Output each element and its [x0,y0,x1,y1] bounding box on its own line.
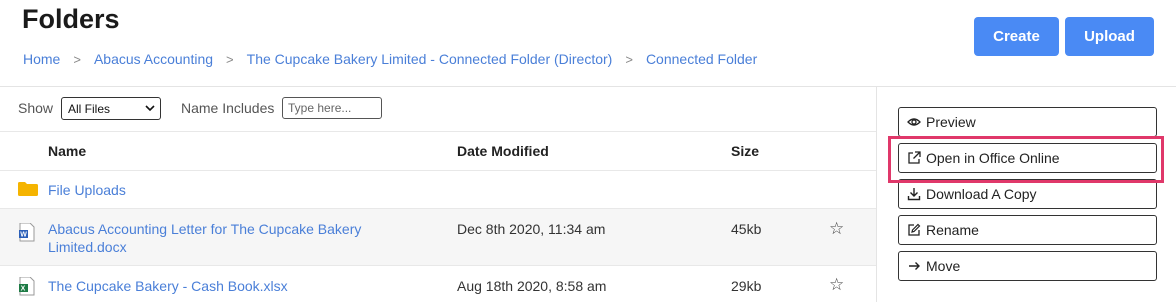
name-search-input[interactable]: Type here... [282,97,382,119]
create-button[interactable]: Create [974,17,1059,56]
download-copy-button[interactable]: Download A Copy [898,179,1157,209]
rename-label: Rename [926,222,979,238]
table-row[interactable]: X The Cupcake Bakery - Cash Book.xlsx Au… [0,266,876,302]
highlight-box [888,136,1164,183]
table-row[interactable]: W Abacus Accounting Letter for The Cupca… [0,209,876,266]
breadcrumb-connected-folder[interactable]: Connected Folder [646,51,757,67]
preview-label: Preview [926,114,976,130]
date-modified: Aug 18th 2020, 8:58 am [457,278,607,294]
word-document-icon: W [19,222,35,242]
file-size: 29kb [731,278,762,294]
date-modified: Dec 8th 2020, 11:34 am [457,221,606,237]
breadcrumb: Home > Abacus Accounting > The Cupcake B… [23,51,757,67]
edit-icon [907,223,921,237]
file-name-link[interactable]: The Cupcake Bakery - Cash Book.xlsx [48,277,288,295]
star-icon[interactable]: ☆ [829,219,844,239]
file-name-link[interactable]: Abacus Accounting Letter for The Cupcake… [48,220,361,256]
file-name-link[interactable]: File Uploads [48,181,126,199]
svg-text:W: W [20,232,27,239]
column-header-date-modified[interactable]: Date Modified [457,143,549,159]
table-row[interactable]: File Uploads [0,171,876,209]
file-name-line: Abacus Accounting Letter for The Cupcake… [48,221,362,237]
arrow-right-icon [907,259,921,273]
breadcrumb-separator: > [226,51,234,67]
show-select[interactable]: All Files [61,97,161,120]
show-label: Show [18,100,54,116]
show-select-value: All Files [68,101,111,116]
svg-text:X: X [21,286,26,293]
column-header-size[interactable]: Size [731,143,759,159]
breadcrumb-separator: > [625,51,633,67]
eye-icon [907,115,921,129]
breadcrumb-cupcake-connected-folder[interactable]: The Cupcake Bakery Limited - Connected F… [247,51,613,67]
upload-button[interactable]: Upload [1065,17,1154,56]
folder-icon [18,182,38,196]
page-title: Folders [22,4,120,34]
divider [0,131,876,132]
file-size: 45kb [731,221,762,237]
move-label: Move [926,258,961,274]
download-icon [907,187,921,201]
download-copy-label: Download A Copy [926,186,1037,202]
preview-button[interactable]: Preview [898,107,1157,137]
divider [0,86,1176,87]
breadcrumb-separator: > [73,51,81,67]
panel-divider [876,86,877,302]
excel-spreadsheet-icon: X [19,276,35,296]
breadcrumb-home[interactable]: Home [23,51,60,67]
name-includes-label: Name Includes [181,100,275,116]
move-button[interactable]: Move [898,251,1157,281]
file-name-line: Limited.docx [48,239,127,255]
breadcrumb-abacus-accounting[interactable]: Abacus Accounting [94,51,213,67]
chevron-down-icon [145,101,155,118]
star-icon[interactable]: ☆ [829,275,844,295]
rename-button[interactable]: Rename [898,215,1157,245]
column-header-name[interactable]: Name [48,143,86,159]
